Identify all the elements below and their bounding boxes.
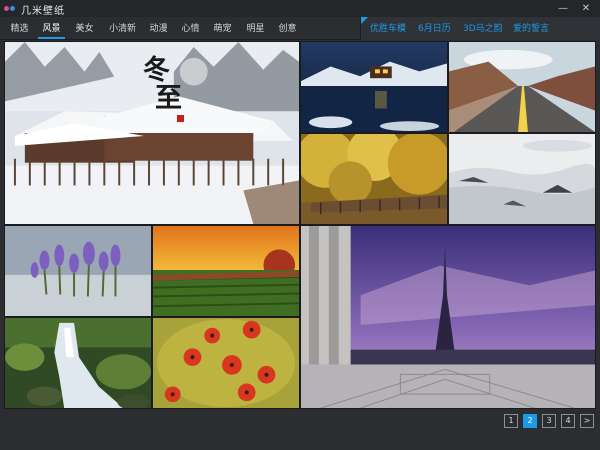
minimize-button[interactable]: — [552, 0, 574, 17]
app-title: 几米壁纸 [21, 6, 65, 17]
nav-item-dongman[interactable]: 动漫 [145, 21, 172, 39]
nav-item-chuangyi[interactable]: 创意 [274, 21, 301, 39]
page-button-4[interactable]: 4 [561, 414, 575, 428]
calligraphy-zhi: 至 [155, 83, 182, 114]
category-nav: 精选 风景 美女 小清新 动漫 心情 萌宠 明星 创意 优胜车模 6月日历 3D… [0, 17, 600, 40]
page-button-2[interactable]: 2 [523, 414, 537, 428]
wallpaper-tile-autumn-trees[interactable] [300, 133, 448, 225]
special-link-youshengchemo[interactable]: 优胜车模 [370, 21, 406, 37]
wallpaper-tile-red-flowers[interactable] [152, 317, 300, 409]
nav-item-xiaoqingxin[interactable]: 小清新 [104, 21, 141, 39]
wallpaper-tile-field-sunset[interactable] [152, 225, 300, 317]
nav-item-mingxing[interactable]: 明星 [242, 21, 269, 39]
app-logo-icon [4, 3, 17, 14]
wallpaper-tile-eiffel-tower-dusk[interactable] [300, 225, 596, 409]
corner-flag-icon [361, 17, 368, 24]
nav-item-meinv[interactable]: 美女 [71, 21, 98, 39]
special-link-6yue-rili[interactable]: 6月日历 [418, 21, 451, 37]
wallpaper-tile-winter-village[interactable]: 冬 至 [4, 41, 300, 225]
nav-item-fengjing[interactable]: 风景 [38, 21, 65, 39]
page-button-3[interactable]: 3 [542, 414, 556, 428]
nav-item-jingxuan[interactable]: 精选 [6, 21, 33, 39]
nav-item-mengchong[interactable]: 萌宠 [209, 21, 236, 39]
wallpaper-tile-sea-of-clouds[interactable] [448, 133, 596, 225]
wallpaper-tile-desert-road[interactable] [448, 41, 596, 133]
special-link-aideshiyan[interactable]: 爱的誓言 [513, 21, 549, 37]
special-link-3d-mazhiyun[interactable]: 3D马之韵 [463, 21, 503, 37]
wallpaper-tile-lake-cabin-night[interactable] [300, 41, 448, 133]
page-button-1[interactable]: 1 [504, 414, 518, 428]
next-page-button[interactable]: > [580, 414, 594, 428]
wallpaper-grid: 冬 至 [0, 41, 600, 411]
title-bar: 几米壁纸 — ✕ [0, 0, 600, 17]
red-seal-stamp [177, 115, 184, 122]
wallpaper-tile-stream-waterfall[interactable] [4, 317, 152, 409]
nav-item-xinqing[interactable]: 心情 [177, 21, 204, 39]
wallpaper-tile-crocus-flowers[interactable] [4, 225, 152, 317]
close-button[interactable]: ✕ [575, 0, 597, 17]
calligraphy-dong: 冬 [143, 55, 170, 86]
